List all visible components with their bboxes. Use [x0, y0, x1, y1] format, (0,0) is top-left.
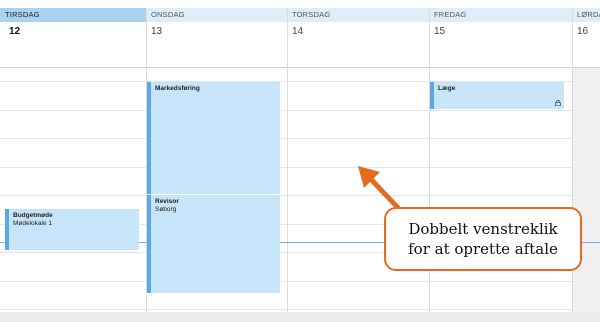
- day-header-thursday[interactable]: TORSDAG: [287, 8, 429, 22]
- event-markedsforing[interactable]: Markedsføring: [147, 82, 280, 194]
- weekend-column: [572, 67, 600, 312]
- day-number-wednesday[interactable]: 13: [146, 23, 287, 67]
- event-budgetmode[interactable]: Budgetmøde Mødelokale 1: [5, 209, 139, 250]
- callout-line-2: for at oprette aftale: [408, 240, 558, 258]
- column-divider: [287, 8, 288, 312]
- lock-icon: [555, 100, 561, 106]
- event-location: Søborg: [155, 206, 177, 213]
- day-number-friday[interactable]: 15: [429, 23, 572, 67]
- day-header-tuesday[interactable]: TIRSDAG: [0, 8, 146, 22]
- event-location: Mødelokale 1: [13, 220, 53, 227]
- grid-line: [0, 138, 572, 139]
- event-title: Markedsføring: [155, 85, 200, 92]
- day-header-friday[interactable]: FREDAG: [429, 8, 572, 22]
- day-number-saturday[interactable]: 16: [572, 23, 600, 67]
- grid-line: [0, 281, 572, 282]
- grid-line: [0, 110, 572, 111]
- day-number-tuesday[interactable]: 12: [4, 23, 146, 67]
- bottom-scroll-area[interactable]: [0, 312, 600, 322]
- instruction-callout: Dobbelt venstreklik for at oprette aftal…: [384, 207, 582, 271]
- event-laege[interactable]: Læge: [430, 82, 564, 109]
- event-title: Revisor: [155, 198, 179, 205]
- day-number-thursday[interactable]: 14: [287, 23, 429, 67]
- grid-line: [0, 195, 572, 196]
- event-title: Læge: [438, 85, 456, 92]
- event-title: Budgetmøde: [13, 212, 53, 219]
- event-revisor[interactable]: Revisor Søborg: [147, 195, 280, 293]
- day-header-wednesday[interactable]: ONSDAG: [146, 8, 287, 22]
- all-day-separator: [0, 67, 600, 68]
- grid-line: [0, 309, 572, 310]
- grid-line: [0, 167, 572, 168]
- callout-line-1: Dobbelt venstreklik: [408, 220, 558, 238]
- day-header-saturday[interactable]: LØRDAG: [572, 8, 600, 22]
